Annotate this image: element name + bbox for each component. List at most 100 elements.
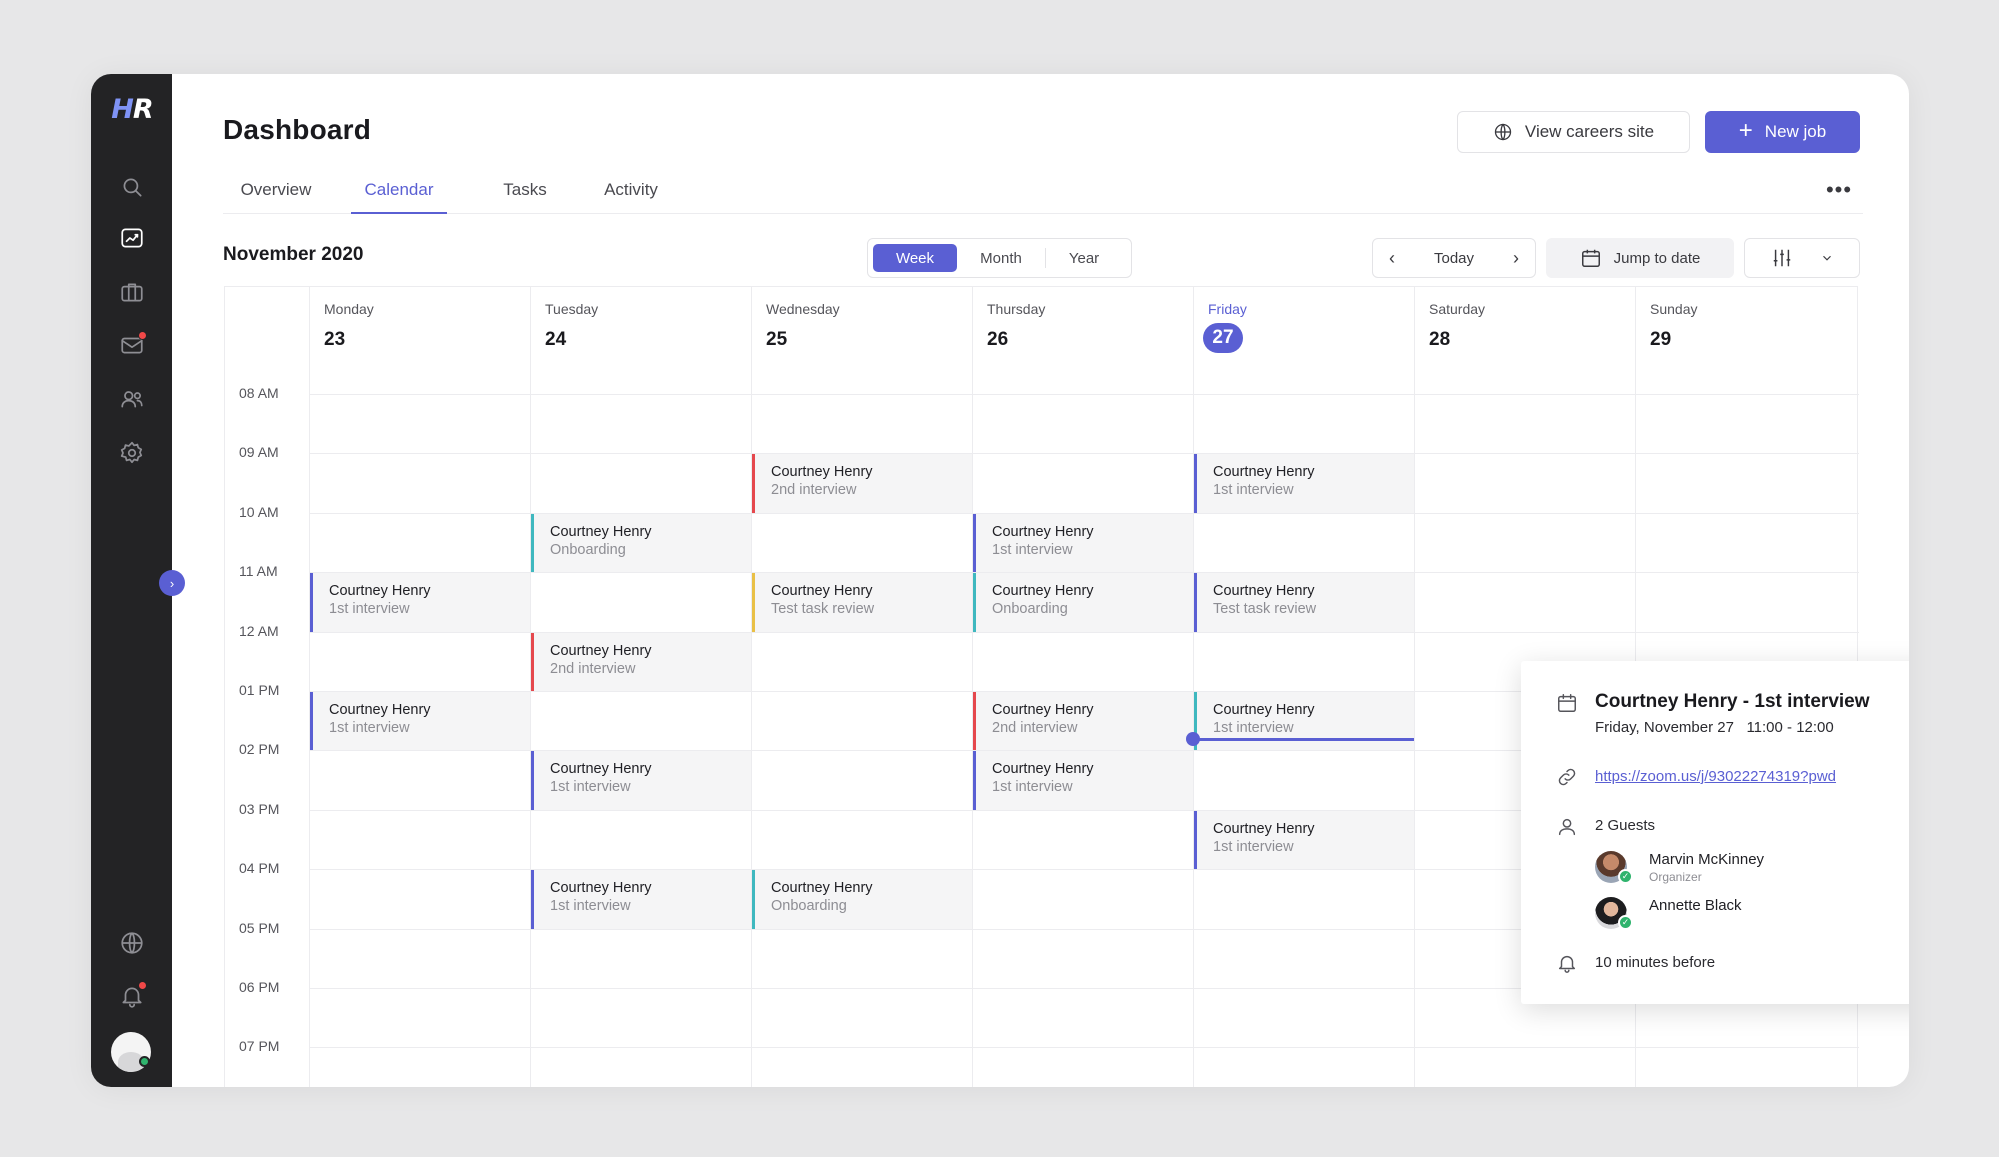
event-type: Test task review <box>771 601 875 618</box>
event-type: 1st interview <box>1213 838 1294 855</box>
date-navigation: ‹ Today › <box>1372 238 1536 278</box>
bell-icon <box>1555 951 1579 975</box>
calendar-event[interactable]: Courtney Henry 1st interview <box>531 870 751 929</box>
guest-name: Annette Black <box>1649 897 1742 914</box>
hour-label: 08 AM <box>239 385 279 401</box>
day-number[interactable]: 28 <box>1429 329 1485 351</box>
briefcase-icon[interactable] <box>116 276 148 308</box>
event-type: Test task review <box>1213 601 1317 618</box>
hour-label: 04 PM <box>239 860 280 877</box>
calendar-icon <box>1555 691 1579 715</box>
event-title: Courtney Henry <box>992 583 1094 600</box>
event-title: Courtney Henry - 1st interview <box>1595 691 1870 712</box>
view-month-button[interactable]: Month <box>958 244 1044 272</box>
calendar-event[interactable]: Courtney Henry 1st interview <box>973 751 1193 810</box>
calendar-event[interactable]: Courtney Henry 1st interview <box>310 573 530 632</box>
globe-icon <box>1494 123 1512 141</box>
meeting-link[interactable]: https://zoom.us/j/93022274319?pwd <box>1595 768 1836 785</box>
day-header-monday: Monday 23 <box>324 301 374 351</box>
day-number[interactable]: 26 <box>987 329 1045 351</box>
calendar-event[interactable]: Courtney Henry 1st interview <box>973 513 1193 573</box>
bell-icon[interactable] <box>116 980 148 1012</box>
mail-icon[interactable] <box>116 329 148 361</box>
event-type: 1st interview <box>992 779 1073 796</box>
event-title: Courtney Henry <box>992 523 1094 540</box>
person-icon <box>1555 815 1579 839</box>
event-title: Courtney Henry <box>992 702 1094 718</box>
event-title: Courtney Henry <box>771 583 873 600</box>
tabs: Overview Calendar Tasks Activity <box>223 170 1863 214</box>
mail-notification-dot <box>138 331 147 340</box>
calendar-event[interactable]: Courtney Henry 1st interview <box>310 692 530 751</box>
calendar-event[interactable]: Courtney Henry 1st interview <box>1194 810 1414 870</box>
calendar-event[interactable]: Courtney Henry 1st interview <box>1194 692 1414 751</box>
hour-label: 06 PM <box>239 979 280 995</box>
day-number[interactable]: 23 <box>324 329 374 351</box>
day-header-wednesday: Wednesday 25 <box>766 301 840 351</box>
hour-label: 09 AM <box>239 444 279 461</box>
logo[interactable]: HR <box>106 94 158 128</box>
calendar-event[interactable]: Courtney Henry 2nd interview <box>752 454 972 513</box>
calendar-icon <box>1581 249 1600 267</box>
event-title: Courtney Henry <box>1213 583 1315 600</box>
today-button[interactable]: Today <box>1434 250 1474 267</box>
app-window: HR › Dashboard View careers site + New j… <box>91 74 1909 1087</box>
view-week-button[interactable]: Week <box>873 244 957 272</box>
tab-activity[interactable]: Activity <box>591 170 671 214</box>
event-type: 2nd interview <box>550 660 636 677</box>
view-careers-site-button[interactable]: View careers site <box>1457 111 1690 153</box>
event-title: Courtney Henry <box>550 880 652 897</box>
event-title: Courtney Henry <box>771 880 873 897</box>
day-number[interactable]: 24 <box>545 329 598 351</box>
settings-icon[interactable] <box>116 437 148 469</box>
grid-line <box>1414 287 1415 1087</box>
day-number[interactable]: 25 <box>766 329 840 351</box>
hour-label: 05 PM <box>239 919 280 936</box>
new-job-button[interactable]: + New job <box>1705 111 1860 153</box>
calendar-event[interactable]: Courtney Henry 1st interview <box>1194 454 1414 513</box>
jump-to-date-button[interactable]: Jump to date <box>1546 238 1734 278</box>
online-status-dot <box>139 1056 150 1067</box>
grid-line <box>751 287 752 1087</box>
event-title: Courtney Henry <box>992 761 1094 778</box>
calendar-event[interactable]: Courtney Henry 2nd interview <box>973 692 1193 751</box>
hour-grid-line <box>309 453 1859 455</box>
event-title: Courtney Henry <box>550 523 652 540</box>
hour-grid-line <box>309 1047 1859 1049</box>
event-type: 1st interview <box>329 601 410 618</box>
hour-label: 01 PM <box>239 682 280 698</box>
calendar-event[interactable]: Courtney Henry 1st interview <box>531 751 751 810</box>
today-day-number[interactable]: 27 <box>1203 323 1243 353</box>
day-header-friday: Friday 27 <box>1203 301 1247 353</box>
calendar-event[interactable]: Courtney Henry Onboarding <box>752 870 972 929</box>
tab-calendar[interactable]: Calendar <box>351 170 447 214</box>
chevron-right-icon[interactable]: › <box>1513 248 1519 269</box>
expand-sidebar-button[interactable]: › <box>159 570 185 596</box>
plus-icon: + <box>1738 117 1753 144</box>
event-title: Courtney Henry <box>550 642 652 659</box>
filter-button[interactable] <box>1744 238 1860 278</box>
event-title: Courtney Henry <box>1213 702 1315 718</box>
chevron-left-icon[interactable]: ‹ <box>1389 248 1395 269</box>
tab-tasks[interactable]: Tasks <box>495 170 555 214</box>
calendar-event[interactable]: Courtney Henry 2nd interview <box>531 632 751 691</box>
calendar-event[interactable]: Courtney Henry Onboarding <box>531 513 751 573</box>
bell-notification-dot <box>138 981 147 990</box>
view-year-button[interactable]: Year <box>1046 244 1122 272</box>
calendar-event[interactable]: Courtney Henry Onboarding <box>973 573 1193 632</box>
event-type: 1st interview <box>550 898 631 915</box>
event-type: Onboarding <box>771 898 847 915</box>
analytics-icon[interactable] <box>116 222 148 254</box>
users-icon[interactable] <box>116 383 148 415</box>
more-options-button[interactable]: ••• <box>1824 177 1854 202</box>
hour-grid-line <box>309 394 1859 395</box>
tab-overview[interactable]: Overview <box>229 170 323 214</box>
globe-icon[interactable] <box>116 927 148 959</box>
calendar-event[interactable]: Courtney Henry Test task review <box>752 573 972 632</box>
view-careers-site-label: View careers site <box>1524 122 1655 141</box>
search-icon[interactable] <box>116 171 148 203</box>
day-name: Tuesday <box>545 301 599 317</box>
day-number[interactable]: 29 <box>1650 329 1697 351</box>
calendar-event[interactable]: Courtney Henry Test task review <box>1194 573 1414 632</box>
month-label: November 2020 <box>223 244 364 265</box>
